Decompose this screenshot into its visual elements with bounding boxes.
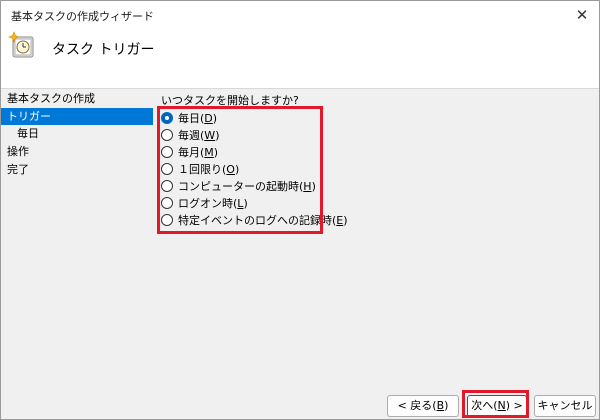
wizard-window: 基本タスクの作成ウィザード ✕ タスク トリガー 基本タスクの作成 トリガー 毎… xyxy=(0,0,600,420)
window-title: 基本タスクの作成ウィザード xyxy=(11,10,154,23)
step-finish[interactable]: 完了 xyxy=(1,161,153,178)
radio-at-startup[interactable] xyxy=(161,179,173,192)
next-button[interactable]: 次へ(N) > xyxy=(467,395,527,417)
radio-weekly[interactable] xyxy=(161,128,173,141)
start-question-label: いつタスクを開始しますか? xyxy=(161,94,299,107)
option-daily[interactable]: 毎日(D) xyxy=(161,109,217,126)
step-create-basic-task[interactable]: 基本タスクの作成 xyxy=(1,90,153,107)
radio-at-logon[interactable] xyxy=(161,196,173,209)
option-label: ログオン時(L) xyxy=(178,196,248,210)
step-action[interactable]: 操作 xyxy=(1,143,153,160)
option-label: 毎日(D) xyxy=(178,111,218,125)
close-button[interactable]: ✕ xyxy=(573,6,591,24)
radio-one-time[interactable] xyxy=(161,162,173,175)
option-at-logon[interactable]: ログオン時(L) xyxy=(161,194,248,211)
radio-daily[interactable] xyxy=(161,111,173,124)
back-button[interactable]: < 戻る(B) xyxy=(387,395,459,417)
option-weekly[interactable]: 毎週(W) xyxy=(161,126,219,143)
option-one-time[interactable]: １回限り(O) xyxy=(161,160,239,177)
task-clock-icon xyxy=(7,31,35,59)
trigger-options-panel: いつタスクを開始しますか? 毎日(D) 毎週(W) 毎月(M) １回限り(O) … xyxy=(153,90,599,380)
radio-monthly[interactable] xyxy=(161,145,173,158)
option-label: コンピューターの起動時(H) xyxy=(178,179,316,193)
step-daily[interactable]: 毎日 xyxy=(1,125,153,142)
option-label: １回限り(O) xyxy=(178,162,240,176)
cancel-button[interactable]: キャンセル xyxy=(534,395,596,417)
option-label: 毎週(W) xyxy=(178,128,220,142)
option-label: 特定イベントのログへの記録時(E) xyxy=(178,213,348,227)
step-trigger[interactable]: トリガー xyxy=(1,108,153,125)
wizard-steps-sidebar: 基本タスクの作成 トリガー 毎日 操作 完了 xyxy=(1,90,153,380)
page-title: タスク トリガー xyxy=(52,42,155,58)
option-label: 毎月(M) xyxy=(178,145,219,159)
wizard-header: タスク トリガー xyxy=(1,29,599,89)
title-bar: 基本タスクの作成ウィザード ✕ xyxy=(1,1,599,29)
option-at-startup[interactable]: コンピューターの起動時(H) xyxy=(161,177,316,194)
wizard-footer: < 戻る(B) 次へ(N) > キャンセル xyxy=(1,381,599,419)
option-on-event[interactable]: 特定イベントのログへの記録時(E) xyxy=(161,211,348,228)
option-monthly[interactable]: 毎月(M) xyxy=(161,143,218,160)
radio-on-event[interactable] xyxy=(161,213,173,226)
